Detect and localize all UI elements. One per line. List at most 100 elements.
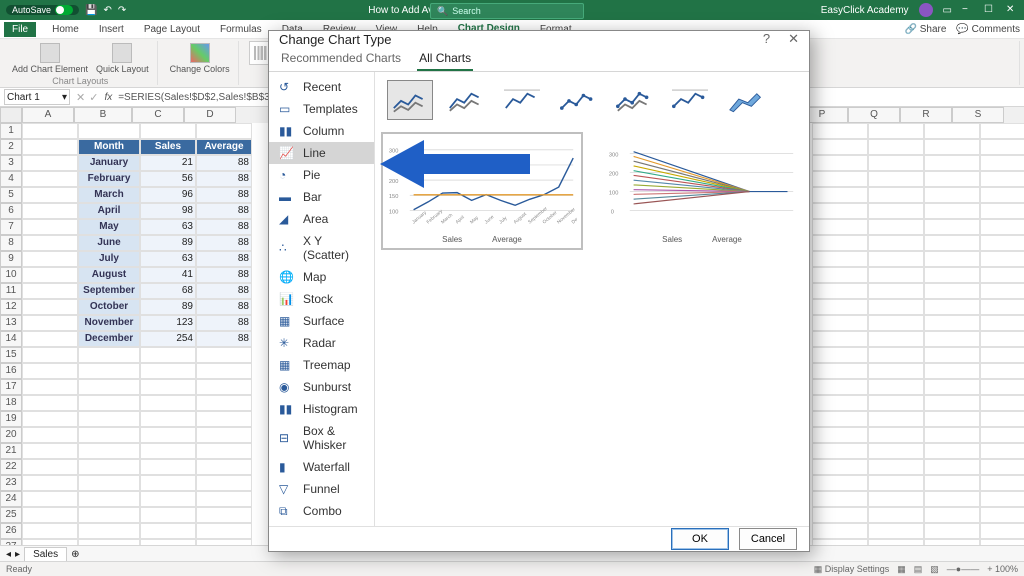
add-chart-element-button[interactable]: Add Chart Element [10, 41, 90, 76]
chart-category-combo[interactable]: ⧉Combo [269, 500, 374, 522]
row-header[interactable]: 2 [0, 139, 22, 155]
menu-file[interactable]: File [4, 22, 36, 37]
chart-category-surface[interactable]: ▦Surface [269, 310, 374, 332]
subtype-100-stacked-line[interactable] [499, 80, 545, 120]
undo-icon[interactable]: ↶ [103, 5, 111, 16]
sheet-nav-prev-icon[interactable]: ▸ [15, 549, 20, 560]
row-header[interactable]: 12 [0, 299, 22, 315]
preview-chart-2[interactable]: 3002001000 SalesAverage [607, 138, 797, 244]
menu-home[interactable]: Home [48, 22, 83, 37]
ok-button[interactable]: OK [671, 528, 729, 550]
chart-category-box-whisker[interactable]: ⊟Box & Whisker [269, 420, 374, 456]
chart-category-pie[interactable]: ◔Pie [269, 164, 374, 186]
ribbon-mode-icon[interactable]: ▭ [943, 5, 952, 16]
menu-insert[interactable]: Insert [95, 22, 128, 37]
row-header[interactable]: 18 [0, 395, 22, 411]
display-settings[interactable]: ▦ Display Settings [814, 564, 890, 575]
add-sheet-icon[interactable]: ⊕ [71, 549, 79, 560]
accept-formula-icon[interactable]: ✓ [87, 91, 100, 104]
zoom-level[interactable]: + 100% [987, 564, 1018, 574]
row-header[interactable]: 4 [0, 171, 22, 187]
redo-icon[interactable]: ↷ [118, 5, 126, 16]
zoom-slider[interactable]: —●—— [947, 564, 979, 574]
account-avatar-icon[interactable] [919, 3, 933, 17]
minimize-icon[interactable]: − [962, 4, 974, 16]
col-q[interactable]: Q [848, 107, 900, 123]
search-box[interactable]: 🔍 Search [430, 3, 584, 19]
subtype-line[interactable] [387, 80, 433, 120]
chart-category-templates[interactable]: ▭Templates [269, 98, 374, 120]
chart-category-radar[interactable]: ✳Radar [269, 332, 374, 354]
chart-category-bar[interactable]: ▬Bar [269, 186, 374, 208]
row-header[interactable]: 15 [0, 347, 22, 363]
row-header[interactable]: 22 [0, 459, 22, 475]
view-break-icon[interactable]: ▧ [930, 564, 939, 575]
row-header[interactable]: 7 [0, 219, 22, 235]
row-header[interactable]: 6 [0, 203, 22, 219]
row-header[interactable]: 13 [0, 315, 22, 331]
comments-button[interactable]: 💬 Comments [956, 24, 1020, 35]
menu-formulas[interactable]: Formulas [216, 22, 266, 37]
col-b[interactable]: B [74, 107, 132, 123]
chart-category-stock[interactable]: 📊Stock [269, 288, 374, 310]
row-header[interactable]: 20 [0, 427, 22, 443]
sheet-nav-first-icon[interactable]: ◂ [6, 549, 11, 560]
col-c[interactable]: C [132, 107, 184, 123]
chart-category-x-y-scatter-[interactable]: ∴X Y (Scatter) [269, 230, 374, 266]
menu-page-layout[interactable]: Page Layout [140, 22, 204, 37]
chart-category-waterfall[interactable]: ▮Waterfall [269, 456, 374, 478]
select-all-corner[interactable] [0, 107, 22, 123]
col-d[interactable]: D [184, 107, 236, 123]
name-box[interactable]: Chart 1 ▾ [4, 89, 70, 105]
tab-all-charts[interactable]: All Charts [417, 47, 473, 71]
row-header[interactable]: 3 [0, 155, 22, 171]
chart-category-recent[interactable]: ↺Recent [269, 76, 374, 98]
fx-icon[interactable]: fx [100, 92, 116, 103]
chart-category-area[interactable]: ◢Area [269, 208, 374, 230]
row-header[interactable]: 10 [0, 267, 22, 283]
view-layout-icon[interactable]: ▤ [914, 564, 923, 575]
chart-category-sunburst[interactable]: ◉Sunburst [269, 376, 374, 398]
subtype-3d-line[interactable] [723, 80, 769, 120]
preview-chart-1[interactable]: 300250200150100 JanuaryFebruaryMarchApri… [387, 138, 577, 244]
chart-category-map[interactable]: 🌐Map [269, 266, 374, 288]
subtype-100-stacked-line-markers[interactable] [667, 80, 713, 120]
view-normal-icon[interactable]: ▦ [897, 564, 906, 575]
row-header[interactable]: 21 [0, 443, 22, 459]
sheet-tab-sales[interactable]: Sales [24, 547, 67, 561]
change-colors-button[interactable]: Change Colors [168, 41, 232, 76]
account-name[interactable]: EasyClick Academy [821, 5, 909, 16]
save-icon[interactable]: 💾 [85, 5, 97, 16]
subtype-stacked-line[interactable] [443, 80, 489, 120]
tab-recommended-charts[interactable]: Recommended Charts [279, 47, 403, 71]
row-header[interactable]: 5 [0, 187, 22, 203]
chart-category-treemap[interactable]: ▦Treemap [269, 354, 374, 376]
dialog-help-icon[interactable]: ? [763, 31, 770, 47]
row-header[interactable]: 14 [0, 331, 22, 347]
chart-category-funnel[interactable]: ▽Funnel [269, 478, 374, 500]
share-button[interactable]: 🔗 Share [904, 24, 946, 35]
chart-category-column[interactable]: ▮▮Column [269, 120, 374, 142]
cancel-formula-icon[interactable]: ✕ [74, 91, 87, 104]
autosave-toggle[interactable]: AutoSave [6, 5, 79, 15]
row-header[interactable]: 19 [0, 411, 22, 427]
quick-layout-button[interactable]: Quick Layout [94, 41, 151, 76]
dialog-close-icon[interactable]: ✕ [788, 31, 799, 47]
row-header[interactable]: 23 [0, 475, 22, 491]
col-a[interactable]: A [22, 107, 74, 123]
chart-category-line[interactable]: 📈Line [269, 142, 374, 164]
cancel-button[interactable]: Cancel [739, 528, 797, 550]
maximize-icon[interactable]: ☐ [984, 4, 996, 16]
row-header[interactable]: 25 [0, 507, 22, 523]
row-header[interactable]: 9 [0, 251, 22, 267]
subtype-line-markers[interactable] [555, 80, 601, 120]
row-header[interactable]: 26 [0, 523, 22, 539]
row-header[interactable]: 24 [0, 491, 22, 507]
subtype-stacked-line-markers[interactable] [611, 80, 657, 120]
row-header[interactable]: 17 [0, 379, 22, 395]
row-header[interactable]: 8 [0, 235, 22, 251]
col-s[interactable]: S [952, 107, 1004, 123]
row-header[interactable]: 16 [0, 363, 22, 379]
chart-category-histogram[interactable]: ▮▮Histogram [269, 398, 374, 420]
row-header[interactable]: 1 [0, 123, 22, 139]
